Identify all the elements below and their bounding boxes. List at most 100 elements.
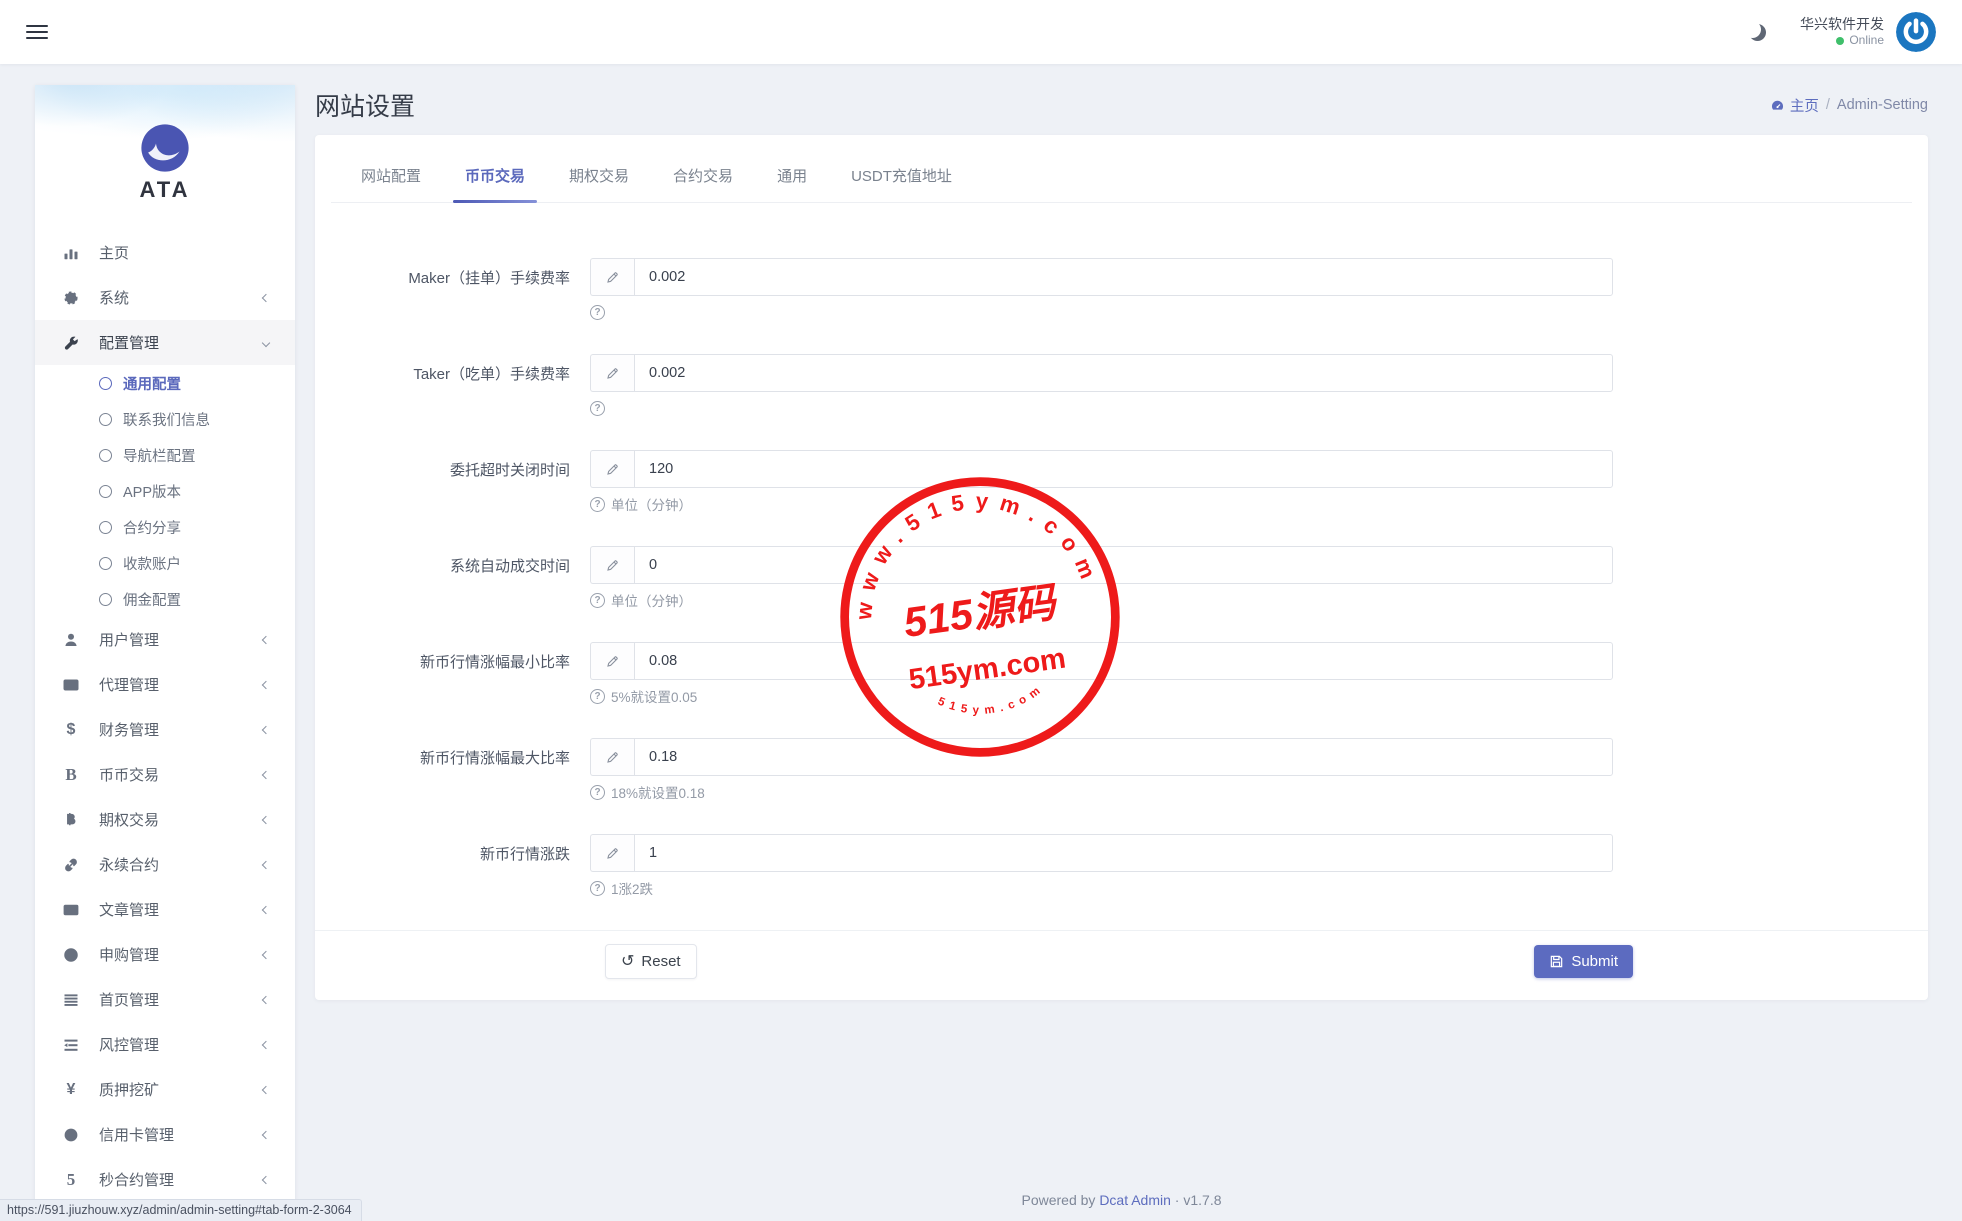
field-help: ? 单位（分钟） [590,496,1613,513]
field-help: ? [590,400,1613,416]
sidebar-item-home[interactable]: 主页 [35,230,295,275]
sidebar-subitem-label: 导航栏配置 [123,448,196,465]
breadcrumb-separator: / [1825,97,1830,113]
form-row-auto-deal-time: 系统自动成交时间? 单位（分钟） [315,546,1928,609]
sidebar: ATA 主页系统配置管理通用配置联系我们信息 导航栏配置 APP版本 合约分享收款账户… [35,85,295,1221]
id-card-icon [63,677,85,693]
reset-icon: ↺ [621,952,635,970]
sidebar-logo-area: ATA [35,85,295,230]
sidebar-item-config[interactable]: 配置管理 [35,320,295,365]
sidebar-item-agents[interactable]: 代理管理 [35,662,295,707]
edit-pencil-icon[interactable] [590,354,634,392]
breadcrumb-home-link[interactable]: 主页 [1770,95,1819,116]
field-input-order-timeout[interactable] [634,450,1613,488]
sidebar-item-options-trade[interactable]: 期权交易 [35,797,295,842]
sidebar-subitem-label: 佣金配置 [123,592,181,609]
edit-pencil-icon[interactable] [590,450,634,488]
field-input-auto-deal-time[interactable] [634,546,1613,584]
sidebar-item-system[interactable]: 系统 [35,275,295,320]
field-label: 系统自动成交时间 [449,558,570,575]
wrench-icon [63,335,85,351]
sidebar-item-users[interactable]: 用户管理 [35,617,295,662]
edit-pencil-icon[interactable] [590,834,634,872]
sidebar-item-label: 秒合约管理 [99,1172,175,1189]
field-input-taker-fee[interactable] [634,354,1613,392]
sidebar-item-credit-card[interactable]: 信用卡管理 [35,1112,295,1157]
brand-name: ATA [139,177,191,202]
tab-general[interactable]: 通用 [773,165,811,186]
form-row-min-rise-rate: 新币行情涨幅最小比率? 5%就设置0.05 [315,642,1928,705]
field-input-rise-fall[interactable] [634,834,1613,872]
sidebar-subitem-contract-share[interactable]: 合约分享 [35,509,295,545]
sidebar-subitem-label: 收款账户 [123,556,181,573]
sidebar-item-label: 期权交易 [99,812,160,829]
field-input-max-rise-rate[interactable] [634,738,1613,776]
sidebar-item-perpetual[interactable]: 永续合约 [35,842,295,887]
tab-spot[interactable]: 币币交易 [453,165,538,203]
page-title: 网站设置 [315,93,416,121]
field-label: Taker（吃单）手续费率 [413,366,570,383]
footer-separator: · [1174,1192,1180,1208]
sidebar-item-subscription[interactable]: 申购管理 [35,932,295,977]
link-icon [63,857,85,873]
b-serif-icon: B [65,765,77,784]
page-footer: Powered by Dcat Admin · v1.7.8 [1021,1192,1222,1208]
sidebar-subitem-navbar-config[interactable]: 导航栏配置 [35,437,295,473]
sidebar-subitem-label: 联系我们信息 [123,412,210,429]
help-question-icon: ? [590,784,605,800]
form-row-taker-fee: Taker（吃单）手续费率? [315,354,1928,416]
user-menu[interactable]: 华兴软件开发 Online [1800,16,1884,49]
circle-icon [99,448,112,462]
sidebar-item-staking[interactable]: ¥ 质押挖矿 [35,1067,295,1112]
sidebar-item-second-contract[interactable]: 5 秒合约管理 [35,1157,295,1202]
sidebar-item-label: 系统 [99,290,130,307]
sidebar-item-articles[interactable]: 文章管理 [35,887,295,932]
sidebar-item-label: 配置管理 [99,335,160,352]
tab-usdt-address[interactable]: USDT充值地址 [847,165,956,186]
settings-card: 网站配置 币币交易 期权交易 合约交易 通用 USDT充值地址 Maker（挂单）手续费率… [315,135,1928,1000]
field-help: ? 18%就设置0.18 [590,784,1613,801]
edit-pencil-icon[interactable] [590,258,634,296]
sidebar-subitem-commission-config[interactable]: 佣金配置 [35,581,295,617]
tab-contract[interactable]: 合约交易 [669,165,737,186]
dark-mode-moon-icon[interactable] [1749,24,1766,41]
sidebar-item-finance[interactable]: $ 财务管理 [35,707,295,752]
field-help-text: 单位（分钟） [611,498,692,513]
sidebar-item-homepage[interactable]: 首页管理 [35,977,295,1022]
circle-icon [99,520,112,534]
user-icon [63,632,85,648]
chevron-down-icon [261,338,271,347]
avatar[interactable] [1896,12,1936,52]
circle-icon [99,484,112,498]
dcat-admin-link[interactable]: Dcat Admin [1099,1192,1171,1208]
submit-button[interactable]: Submit [1534,945,1633,978]
sidebar-item-label: 主页 [99,245,130,262]
chevron-left-icon [261,1130,271,1139]
breadcrumb: 主页 / Admin-Setting [1770,95,1928,116]
sidebar-item-risk-control[interactable]: 风控管理 [35,1022,295,1067]
tab-options[interactable]: 期权交易 [565,165,633,186]
hamburger-menu-icon[interactable] [26,21,48,43]
help-question-icon: ? [590,496,605,512]
field-input-maker-fee[interactable] [634,258,1613,296]
bitcoin-icon [63,812,85,828]
sidebar-subitem-contact-info[interactable]: 联系我们信息 [35,401,295,437]
edit-pencil-icon[interactable] [590,546,634,584]
chevron-left-icon [261,293,271,302]
sidebar-item-label: 信用卡管理 [99,1127,175,1144]
circle-icon [99,412,112,426]
chevron-left-icon [261,1040,271,1049]
brand-logo-icon[interactable] [138,121,192,175]
sidebar-subitem-payment-account[interactable]: 收款账户 [35,545,295,581]
sidebar-item-label: 风控管理 [99,1037,160,1054]
sidebar-subitem-general-config[interactable]: 通用配置 [35,365,295,401]
sidebar-subitem-app-version[interactable]: APP版本 [35,473,295,509]
tab-site-config[interactable]: 网站配置 [357,165,425,186]
edit-pencil-icon[interactable] [590,642,634,680]
sidebar-item-label: 质押挖矿 [99,1082,160,1099]
edit-pencil-icon[interactable] [590,738,634,776]
footer-version: v1.7.8 [1183,1192,1222,1208]
field-input-min-rise-rate[interactable] [634,642,1613,680]
reset-button[interactable]: ↺ Reset [605,944,697,979]
sidebar-item-spot-trade[interactable]: B 币币交易 [35,752,295,797]
